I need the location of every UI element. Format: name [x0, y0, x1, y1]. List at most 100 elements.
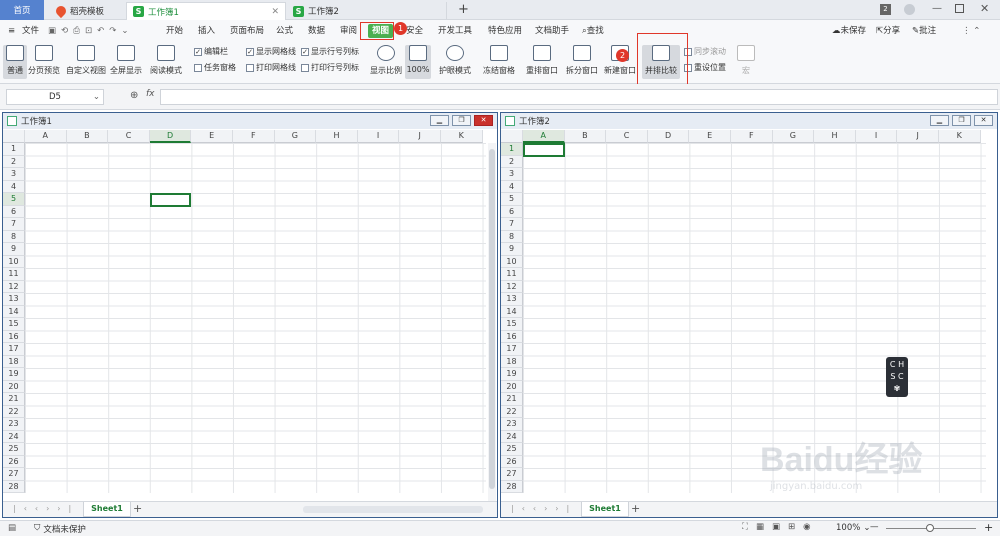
row-header-15[interactable]: 15: [501, 318, 523, 331]
chevron-down-icon[interactable]: ⌄: [93, 90, 100, 105]
quick-access-toolbar[interactable]: ▣⟲⎙⊡↶↷⌄: [48, 24, 133, 38]
column-header-g[interactable]: G: [772, 130, 815, 143]
column-header-e[interactable]: E: [689, 130, 731, 143]
column-header-f[interactable]: F: [731, 130, 773, 143]
row-header-1[interactable]: 1: [501, 143, 523, 156]
tab-home[interactable]: 首页: [0, 0, 44, 20]
row-header-1[interactable]: 1: [3, 143, 25, 156]
row-header-4[interactable]: 4: [501, 180, 523, 193]
sync-scroll-button[interactable]: 同步滚动: [684, 46, 726, 57]
save-status[interactable]: ☁未保存: [832, 24, 866, 38]
spreadsheet-grid[interactable]: A B C D E F G H I J K 1 2 3 4 5 6 7 8 9 10 11 12 13 14 15 16 17 18 19…: [3, 130, 496, 493]
row-header-18[interactable]: 18: [3, 355, 25, 368]
row-header-8[interactable]: 8: [3, 230, 25, 243]
column-header-i[interactable]: I: [855, 130, 898, 143]
close-icon[interactable]: ✕: [474, 115, 493, 126]
select-all-corner[interactable]: [501, 130, 523, 143]
row-header-10[interactable]: 10: [3, 255, 25, 268]
row-header-3[interactable]: 3: [3, 168, 25, 181]
row-header-7[interactable]: 7: [3, 218, 25, 231]
row-header-26[interactable]: 26: [3, 455, 25, 468]
row-header-27[interactable]: 27: [3, 468, 25, 481]
restore-icon[interactable]: ❐: [452, 115, 471, 126]
tab-template[interactable]: 稻壳模板: [50, 2, 122, 20]
fullscreen-button[interactable]: 全屏显示: [109, 45, 143, 76]
column-header-a[interactable]: A: [523, 130, 565, 143]
layout-icon[interactable]: ▤: [8, 523, 16, 533]
sheet-nav-arrows[interactable]: |‹‹››|: [13, 504, 79, 513]
check-print-gridlines[interactable]: 打印网格线: [246, 62, 296, 73]
more-options-icon[interactable]: ⋮ ⌃: [962, 24, 980, 38]
row-header-16[interactable]: 16: [501, 330, 523, 343]
row-header-23[interactable]: 23: [3, 418, 25, 431]
hamburger-icon[interactable]: ≡: [8, 24, 15, 38]
view-mode-icons[interactable]: ⛶▦▣⊞◉: [742, 522, 819, 532]
row-header-8[interactable]: 8: [501, 230, 523, 243]
column-header-j[interactable]: J: [399, 130, 441, 143]
zoom-out-icon[interactable]: —: [870, 522, 879, 532]
column-header-h[interactable]: H: [316, 130, 358, 143]
close-icon[interactable]: ✕: [974, 115, 993, 126]
column-header-h[interactable]: H: [814, 130, 856, 143]
row-header-11[interactable]: 11: [501, 268, 523, 281]
tab-workbook2[interactable]: S 工作簿2: [287, 2, 447, 20]
row-header-16[interactable]: 16: [3, 330, 25, 343]
row-header-26[interactable]: 26: [501, 455, 523, 468]
row-header-20[interactable]: 20: [3, 380, 25, 393]
zoom-level[interactable]: 100% ⌄: [836, 523, 870, 533]
cell-area[interactable]: [25, 143, 486, 493]
row-header-15[interactable]: 15: [3, 318, 25, 331]
menu-formula[interactable]: 公式: [276, 24, 293, 38]
row-header-19[interactable]: 19: [501, 368, 523, 381]
split-window-button[interactable]: 拆分窗口: [564, 45, 600, 76]
menu-features[interactable]: 特色应用: [488, 24, 522, 38]
comment-button[interactable]: ✎批注: [912, 24, 936, 38]
row-header-11[interactable]: 11: [3, 268, 25, 281]
reading-mode-button[interactable]: 阅读模式: [146, 45, 186, 76]
row-header-5[interactable]: 5: [3, 193, 25, 206]
row-header-14[interactable]: 14: [501, 305, 523, 318]
row-header-18[interactable]: 18: [501, 355, 523, 368]
check-print-headings[interactable]: 打印行号列标: [301, 62, 359, 73]
column-header-c[interactable]: C: [606, 130, 648, 143]
horizontal-scrollbar[interactable]: [303, 506, 483, 513]
column-header-b[interactable]: B: [66, 130, 109, 143]
row-header-9[interactable]: 9: [501, 243, 523, 256]
close-window-icon[interactable]: ✕: [980, 2, 989, 15]
row-header-24[interactable]: 24: [3, 430, 25, 443]
check-show-gridlines[interactable]: ✓ 显示网格线: [246, 46, 296, 57]
close-icon[interactable]: ✕: [271, 7, 279, 17]
custom-view-button[interactable]: 自定义视图: [64, 45, 108, 76]
freeze-panes-button[interactable]: 冻结窗格: [479, 45, 519, 76]
row-header-7[interactable]: 7: [501, 218, 523, 231]
name-box[interactable]: D5 ⌄: [6, 89, 104, 105]
window-count-badge[interactable]: 2: [880, 4, 891, 15]
column-header-f[interactable]: F: [233, 130, 275, 143]
sheet-tab[interactable]: Sheet1: [83, 502, 131, 517]
row-header-4[interactable]: 4: [3, 180, 25, 193]
add-tab-icon[interactable]: +: [458, 2, 469, 17]
zoom-100-button[interactable]: 100%: [405, 45, 431, 79]
column-header-e[interactable]: E: [191, 130, 233, 143]
zoom-lens-icon[interactable]: ⊕: [130, 90, 138, 101]
column-header-d[interactable]: D: [149, 130, 192, 143]
column-header-j[interactable]: J: [897, 130, 939, 143]
row-header-6[interactable]: 6: [3, 205, 25, 218]
row-header-19[interactable]: 19: [3, 368, 25, 381]
menu-insert[interactable]: 插入: [198, 24, 215, 38]
menu-data[interactable]: 数据: [308, 24, 325, 38]
tab-workbook1[interactable]: S 工作簿1 ✕: [126, 2, 286, 20]
minimize-icon[interactable]: ▁: [930, 115, 949, 126]
row-header-6[interactable]: 6: [501, 205, 523, 218]
menu-page-layout[interactable]: 页面布局: [230, 24, 264, 38]
row-header-25[interactable]: 25: [3, 443, 25, 456]
selected-cell[interactable]: [523, 143, 565, 157]
add-sheet-icon[interactable]: +: [133, 502, 142, 515]
minimize-icon[interactable]: —: [932, 3, 942, 14]
row-header-21[interactable]: 21: [3, 393, 25, 406]
macro-button[interactable]: 宏: [736, 45, 756, 76]
column-header-a[interactable]: A: [25, 130, 67, 143]
selected-cell[interactable]: [149, 193, 192, 207]
row-header-3[interactable]: 3: [501, 168, 523, 181]
row-header-22[interactable]: 22: [3, 405, 25, 418]
